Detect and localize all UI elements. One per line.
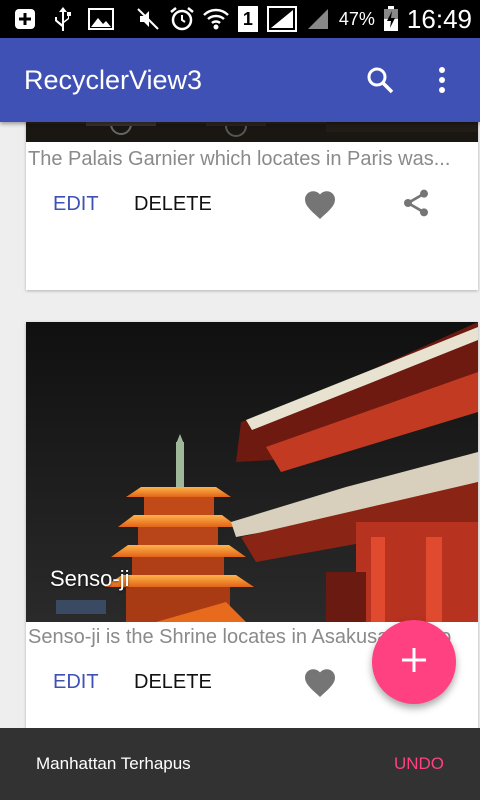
snackbar-message: Manhattan Terhapus [36,754,191,773]
delete-button[interactable]: DELETE [134,193,212,216]
sim-1-icon: 1 [237,6,259,32]
app-title: RecyclerView3 [24,64,203,95]
card-image [26,122,478,142]
alarm-icon [169,6,195,32]
favorite-icon[interactable] [302,187,342,223]
signal-empty-icon [305,6,331,32]
wifi-icon [203,6,229,32]
image-icon [88,6,114,32]
add-fab[interactable] [372,620,456,704]
edit-button[interactable]: EDIT [53,193,99,216]
list-item: The Palais Garnier which locates in Pari… [26,122,478,290]
edit-button[interactable]: EDIT [53,671,99,694]
mute-icon [135,6,161,32]
search-icon[interactable] [358,58,402,102]
undo-button[interactable]: UNDO [394,754,444,774]
screen: 1 47% 16:49 RecyclerView3 The Palais Gar… [0,0,480,800]
battery-charging-icon [383,6,399,32]
favorite-icon[interactable] [302,665,342,701]
card-actions: EDIT DELETE [26,181,478,241]
card-description: The Palais Garnier which locates in Pari… [28,148,451,170]
snackbar: Manhattan Terhapus UNDO [0,728,480,800]
card-image: Senso-ji [26,322,478,622]
usb-icon [50,6,76,32]
app-bar: RecyclerView3 [0,38,480,122]
card-image-title: Senso-ji [50,566,130,591]
sim-label: 1 [237,6,258,32]
status-bar: 1 47% 16:49 [0,0,480,38]
battery-percent: 47% [338,8,375,29]
signal-icon [266,6,297,32]
clock: 16:49 [406,3,472,34]
add-box-icon [12,6,38,32]
more-vert-icon[interactable] [420,58,464,102]
share-icon[interactable] [400,187,436,223]
add-icon [401,647,427,678]
delete-button[interactable]: DELETE [134,671,212,694]
